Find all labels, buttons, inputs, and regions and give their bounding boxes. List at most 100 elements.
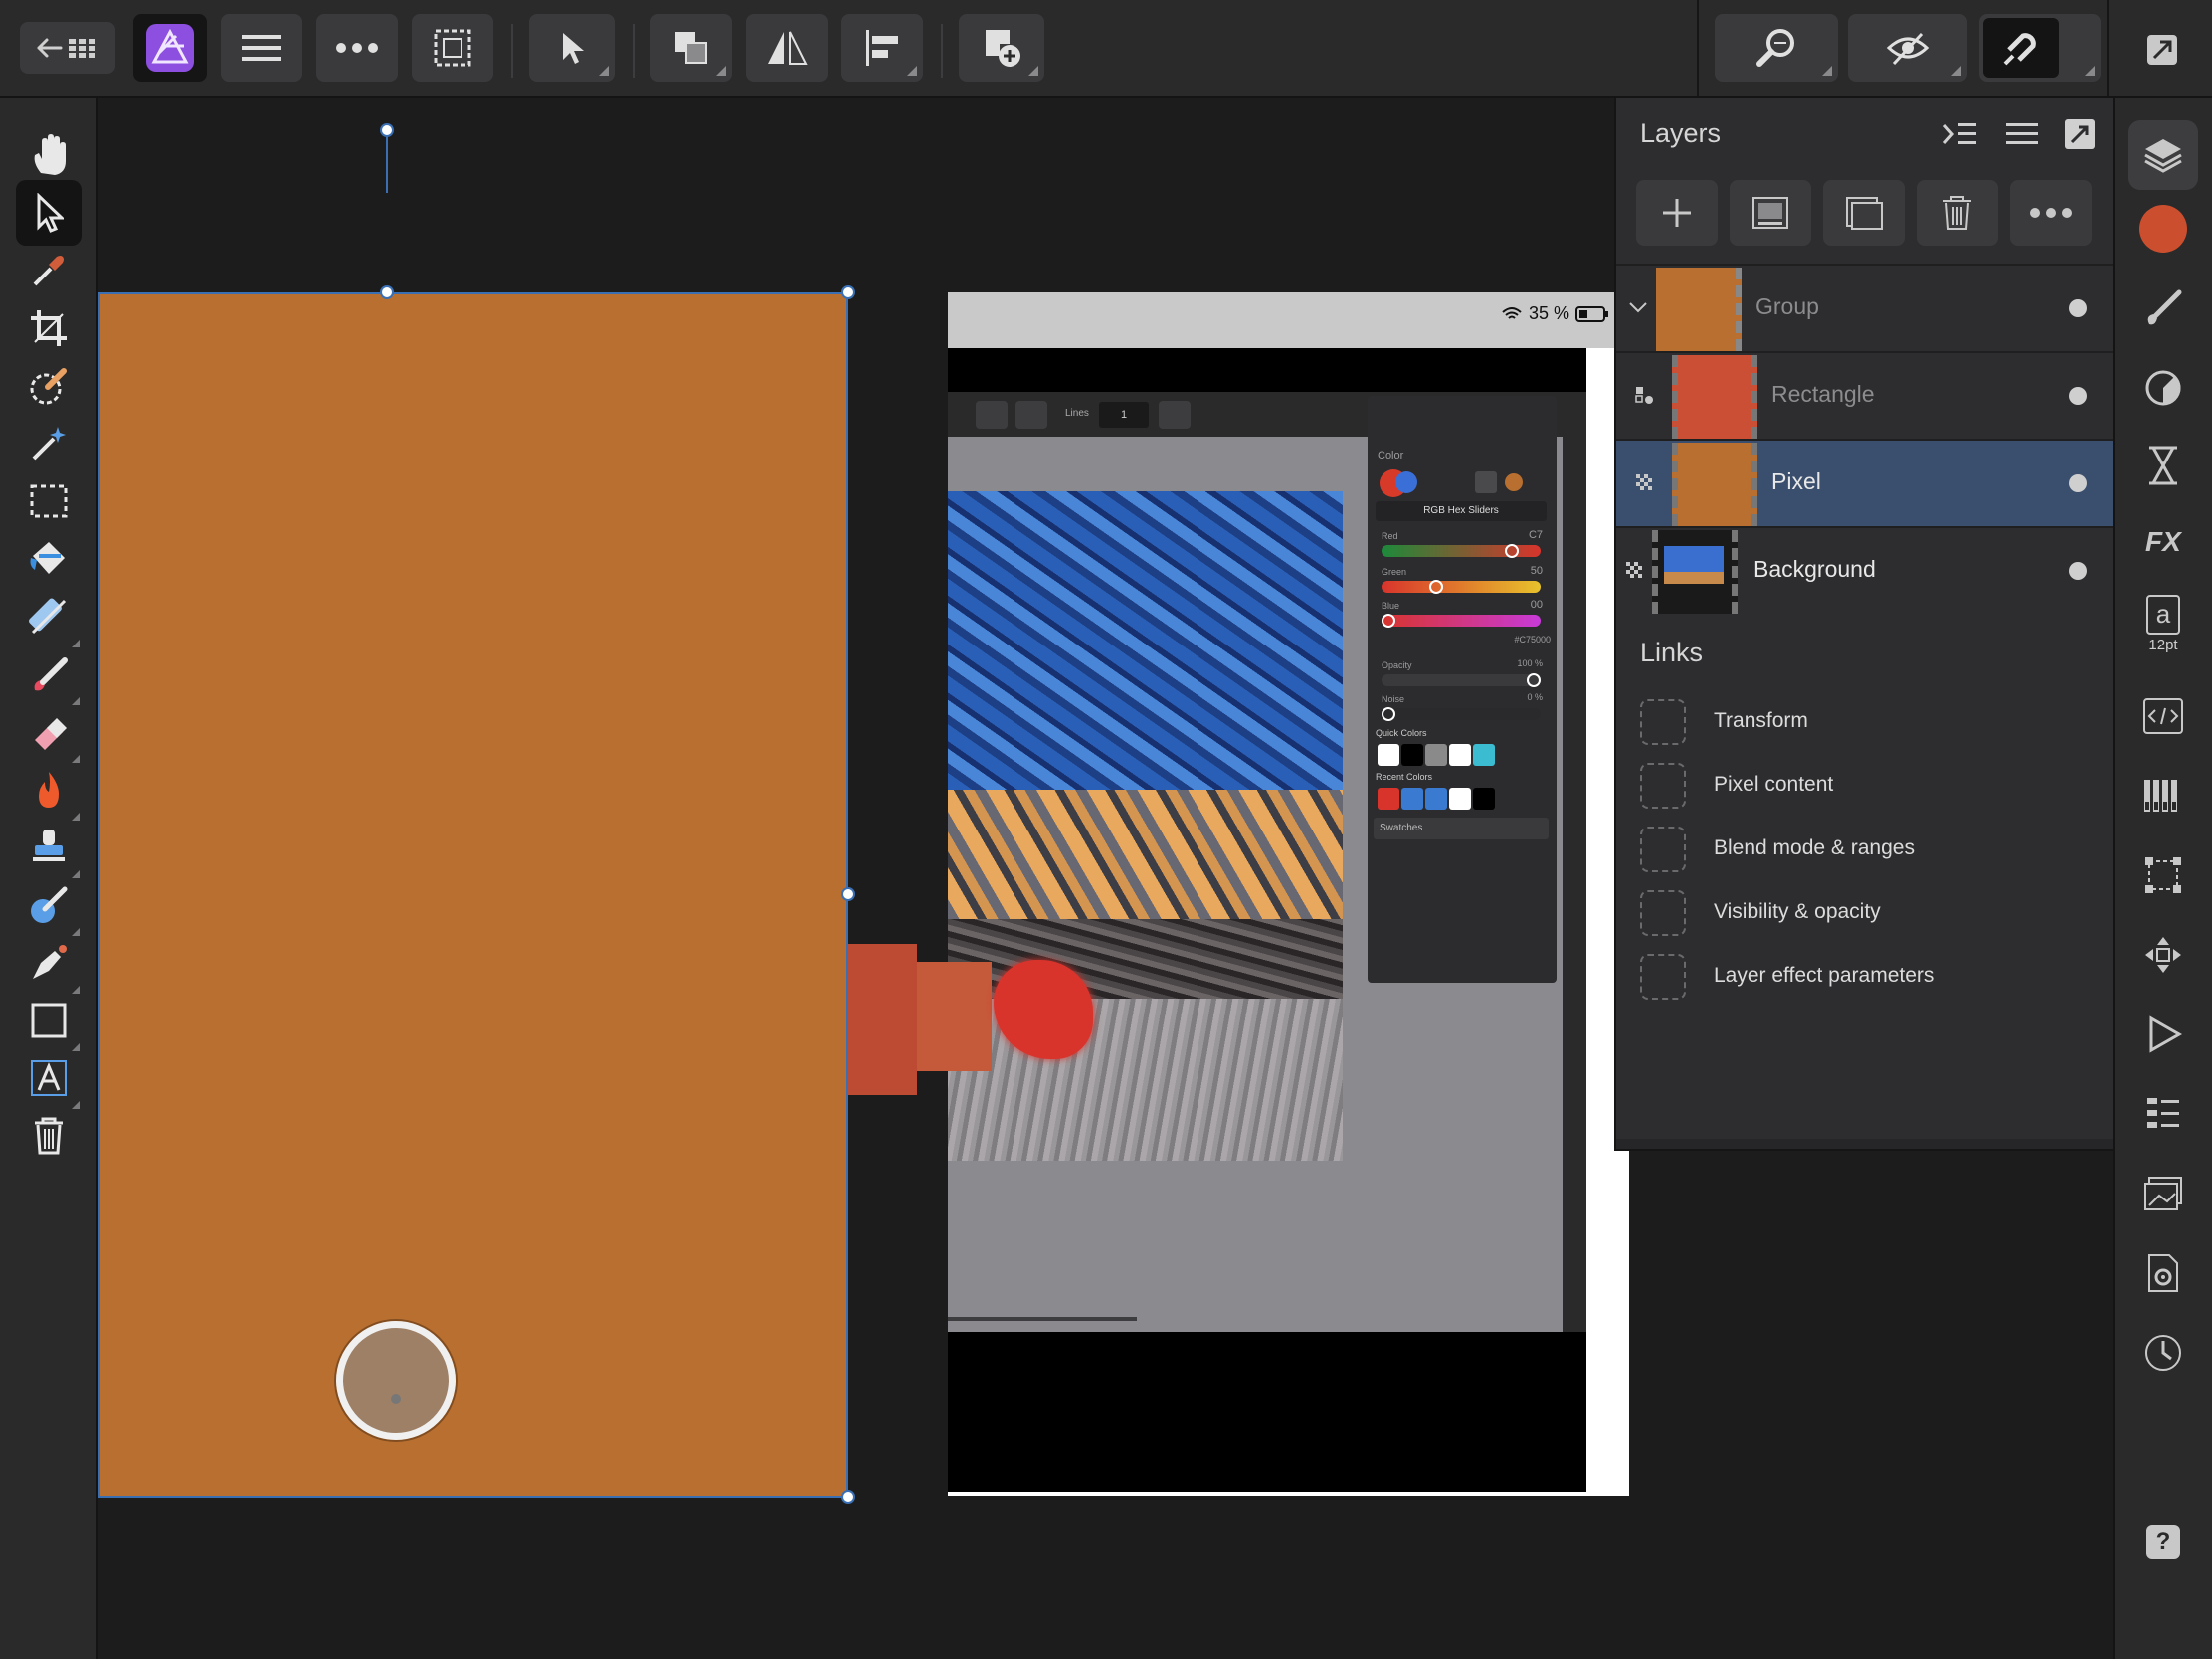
macro-studio-button[interactable] xyxy=(2128,1000,2198,1069)
adjustments-studio-button[interactable] xyxy=(2128,353,2198,423)
stock-studio-button[interactable] xyxy=(2128,1159,2198,1228)
view-tool[interactable] xyxy=(16,122,82,188)
more-button[interactable] xyxy=(316,14,398,82)
add-layer-button[interactable] xyxy=(1636,180,1718,246)
back-to-gallery-button[interactable] xyxy=(20,22,115,74)
pixel-layer-content[interactable] xyxy=(98,292,848,1498)
image-stack-icon xyxy=(2144,1177,2182,1210)
flood-select-tool[interactable] xyxy=(16,411,82,476)
visibility-toggle[interactable] xyxy=(2069,562,2087,580)
tools-panel xyxy=(0,98,98,1659)
rotation-handle[interactable] xyxy=(380,123,394,137)
help-button[interactable]: ? xyxy=(2128,1507,2198,1576)
arrange-button[interactable] xyxy=(650,14,732,82)
collapse-panel-button[interactable] xyxy=(1940,116,1980,152)
flood-fill-tool[interactable] xyxy=(16,526,82,592)
crop-tool[interactable] xyxy=(16,295,82,361)
resize-handle-right[interactable] xyxy=(841,887,855,901)
photo-persona-button[interactable] xyxy=(133,14,207,82)
delete-button[interactable] xyxy=(16,1103,82,1169)
resize-handle-top-right[interactable] xyxy=(841,285,855,299)
selection-button[interactable] xyxy=(412,14,493,82)
layer-row-group[interactable]: Group xyxy=(1616,264,2113,351)
smudge-brush-tool[interactable] xyxy=(16,872,82,938)
magnet-icon xyxy=(2003,33,2036,66)
selection-brush-tool[interactable] xyxy=(16,353,82,419)
visibility-toggle[interactable] xyxy=(2069,474,2087,492)
link-checkbox[interactable] xyxy=(1640,954,1686,1000)
link-visibility-opacity[interactable]: Visibility & opacity xyxy=(1640,888,2098,938)
link-transform[interactable]: Transform xyxy=(1640,697,2098,747)
flip-button[interactable] xyxy=(746,14,828,82)
document-settings-button[interactable] xyxy=(2128,1238,2198,1308)
opacity-value: 100 % xyxy=(1517,658,1543,668)
eraser-icon xyxy=(35,718,67,750)
view-mode-button[interactable] xyxy=(1848,14,1967,82)
panel-menu-button[interactable] xyxy=(2002,116,2042,152)
link-checkbox[interactable] xyxy=(1640,827,1686,872)
battery-icon xyxy=(1575,305,1608,322)
history-snapshot-button[interactable] xyxy=(2128,1318,2198,1387)
paint-brush-tool[interactable] xyxy=(16,642,82,707)
clone-brush-tool[interactable] xyxy=(16,815,82,880)
fullscreen-button[interactable] xyxy=(2138,30,2186,70)
snapping-button[interactable] xyxy=(1979,14,2101,82)
text-tool[interactable] xyxy=(16,1045,82,1111)
erase-brush-tool[interactable] xyxy=(16,699,82,765)
marquee-selection-icon xyxy=(434,29,471,67)
visibility-toggle[interactable] xyxy=(2069,387,2087,405)
move-tool-options-button[interactable] xyxy=(529,14,615,82)
blue-value: 00 xyxy=(1530,599,1543,611)
link-checkbox[interactable] xyxy=(1640,890,1686,936)
swatches-studio-button[interactable] xyxy=(2128,761,2198,830)
layer-row-rectangle[interactable]: Rectangle xyxy=(1616,351,2113,439)
color-studio-button[interactable] xyxy=(2128,194,2198,264)
layers-studio-button[interactable] xyxy=(2128,120,2198,190)
link-checkbox[interactable] xyxy=(1640,699,1686,745)
panel-footer xyxy=(1616,1139,2113,1149)
link-layer-effect-parameters[interactable]: Layer effect parameters xyxy=(1640,952,2098,1002)
zoom-button[interactable] xyxy=(1715,14,1838,82)
link-pixel-content[interactable]: Pixel content xyxy=(1640,761,2098,811)
green-slider xyxy=(1382,580,1541,594)
history-studio-button[interactable] xyxy=(2128,431,2198,500)
marquee-tool[interactable] xyxy=(16,468,82,534)
brushes-studio-button[interactable] xyxy=(2128,274,2198,343)
layer-row-pixel[interactable]: Pixel xyxy=(1616,439,2113,526)
transform-studio-button[interactable] xyxy=(2128,840,2198,910)
duplicate-layer-button[interactable] xyxy=(1823,180,1905,246)
add-mask-button[interactable] xyxy=(1730,180,1811,246)
navigator-studio-button[interactable] xyxy=(2128,920,2198,990)
add-new-button[interactable] xyxy=(959,14,1044,82)
gradient-tool[interactable] xyxy=(16,584,82,649)
burn-brush-tool[interactable] xyxy=(16,757,82,823)
screenshot-color-panel: Color RGB Hex Sliders Red C7 Green 50 Bl… xyxy=(1368,396,1557,983)
channels-studio-button[interactable] xyxy=(2128,1079,2198,1149)
move-tool[interactable] xyxy=(16,180,82,246)
color-picker-tool[interactable] xyxy=(16,238,82,303)
noise-value: 0 % xyxy=(1527,692,1543,702)
delete-layer-button[interactable] xyxy=(1917,180,1998,246)
screenshot-eye-icon xyxy=(976,401,1008,429)
expand-chevron-icon[interactable] xyxy=(1626,295,1650,319)
layer-row-background[interactable]: Background xyxy=(1616,526,2113,614)
align-button[interactable] xyxy=(841,14,923,82)
duplicate-icon xyxy=(1846,197,1883,230)
character-studio-button[interactable]: a 12pt xyxy=(2128,582,2198,665)
menu-button[interactable] xyxy=(221,14,302,82)
layer-more-button[interactable] xyxy=(2010,180,2092,246)
visibility-toggle[interactable] xyxy=(2069,299,2087,317)
pin-panel-button[interactable] xyxy=(2060,116,2100,152)
transform-icon xyxy=(2145,857,2181,893)
trash-icon xyxy=(35,1117,63,1155)
resize-handle-bottom-right[interactable] xyxy=(841,1490,855,1504)
link-blend-mode[interactable]: Blend mode & ranges xyxy=(1640,825,2098,874)
effects-studio-button[interactable]: FX xyxy=(2128,506,2198,576)
resize-handle-top[interactable] xyxy=(380,285,394,299)
rectangle-tool[interactable] xyxy=(16,988,82,1053)
shortcut-controller[interactable] xyxy=(336,1321,456,1440)
pen-tool[interactable] xyxy=(16,930,82,996)
quick-colors-label: Quick Colors xyxy=(1376,728,1427,738)
source-code-studio-button[interactable] xyxy=(2128,681,2198,751)
link-checkbox[interactable] xyxy=(1640,763,1686,809)
